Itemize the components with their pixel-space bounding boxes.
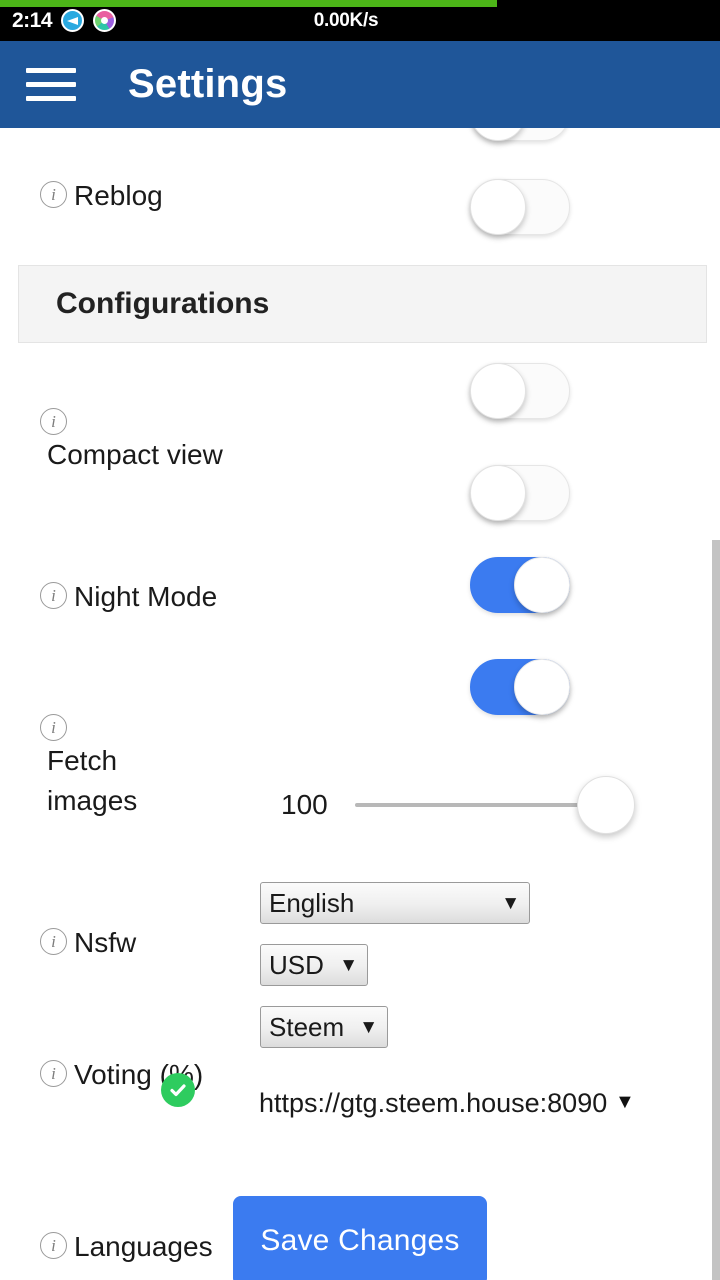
reblog-label: Reblog [74,180,163,211]
languages-label-group: i Languages [40,1227,213,1267]
fetch-images-toggle[interactable] [470,557,570,613]
chevron-down-icon: ▼ [501,892,520,914]
section-header-configurations: Configurations [18,265,707,343]
info-icon[interactable]: i [40,582,67,609]
chain-select[interactable]: Steem ▼ [260,1006,388,1048]
setting-row-compact-view[interactable]: i Compact view [0,403,720,475]
nsfw-toggle[interactable] [470,659,570,715]
toggle-knob [470,363,526,419]
info-icon[interactable]: i [40,928,67,955]
scrollbar-track[interactable] [712,128,720,1280]
night-mode-label-group: i Night Mode [40,577,217,617]
voting-slider-knob[interactable] [577,776,635,834]
info-icon[interactable]: i [40,181,67,208]
app-bar: Settings [0,41,720,128]
compact-view-label-group: i Compact view [40,403,240,475]
chevron-down-icon: ▼ [359,1016,378,1038]
toggle-knob [470,128,526,141]
settings-scroll-area[interactable]: i Reblog Configurations i Compact view i… [0,128,720,1280]
languages-select[interactable]: English ▼ [260,882,530,924]
info-icon[interactable]: i [40,714,67,741]
compact-view-label: Compact view [47,439,223,470]
server-chevron-down-icon[interactable]: ▼ [615,1091,635,1114]
hamburger-menu-icon[interactable] [26,63,82,107]
setting-row-night-mode[interactable]: i Night Mode [0,577,720,617]
toggle-knob [514,659,570,715]
reblog-label-group: i Reblog [40,176,163,216]
voting-value: 100 [281,789,328,820]
settings-screen: 2:14 0.00K/s Settings i Reblog Configura… [0,0,720,1280]
info-icon[interactable]: i [40,1232,67,1259]
setting-row-reblog[interactable]: i Reblog [0,176,720,216]
fetch-images-label-group: i Fetch images [40,709,200,821]
partial-toggle-above[interactable] [470,128,570,141]
fetch-images-label: Fetch images [47,745,138,816]
nsfw-label: Nsfw [74,927,137,958]
info-icon[interactable]: i [40,408,67,435]
info-icon[interactable]: i [40,1060,67,1087]
chevron-down-icon: ▼ [339,954,358,976]
scrollbar-thumb[interactable] [712,540,720,1280]
green-check-icon [161,1073,195,1107]
save-changes-button[interactable]: Save Changes [233,1196,487,1280]
compact-view-toggle[interactable] [470,363,570,419]
save-changes-label: Save Changes [260,1224,460,1257]
nsfw-label-group: i Nsfw [40,923,136,963]
top-progress-bar-fill [0,0,497,7]
chain-select-value: Steem [269,1012,345,1042]
section-header-title: Configurations [56,287,270,320]
server-url-value[interactable]: https://gtg.steem.house:8090 [259,1088,607,1119]
currency-select-value: USD [269,950,324,980]
night-mode-toggle[interactable] [470,465,570,521]
page-title: Settings [128,62,288,106]
toggle-knob [470,465,526,521]
reblog-toggle[interactable] [470,179,570,235]
night-mode-label: Night Mode [74,581,218,612]
languages-select-value: English [269,888,355,918]
currency-select[interactable]: USD ▼ [260,944,368,986]
toggle-knob [470,179,526,235]
top-progress-bar [0,0,720,7]
toggle-knob [514,557,570,613]
languages-label: Languages [74,1231,213,1262]
